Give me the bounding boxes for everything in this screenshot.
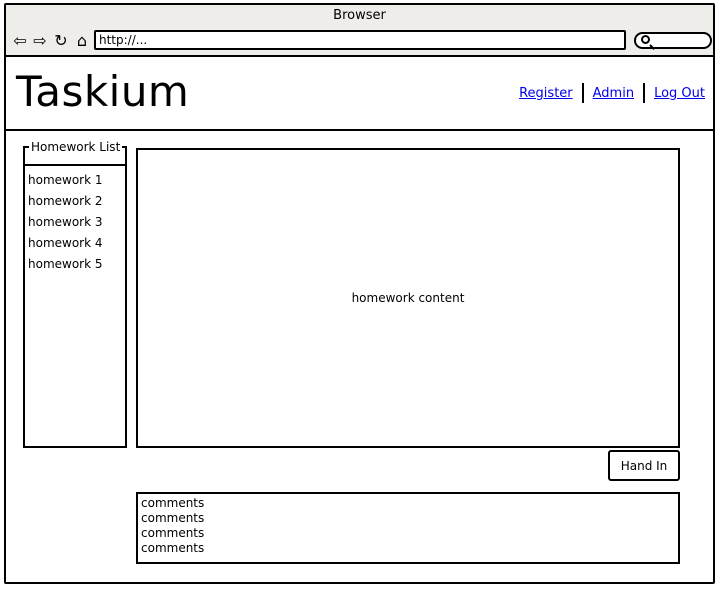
- homework-item[interactable]: homework 3: [28, 212, 103, 233]
- url-input[interactable]: http://...: [94, 30, 626, 50]
- comment-item: comments: [141, 526, 205, 540]
- homework-content-panel: homework content: [136, 148, 680, 448]
- homework-content-text: homework content: [351, 291, 465, 305]
- logout-link[interactable]: Log Out: [654, 86, 705, 101]
- top-links: Register Admin Log Out: [519, 83, 705, 103]
- site-logo: Taskium: [16, 67, 190, 116]
- back-icon[interactable]: ⇦: [10, 31, 30, 51]
- window-title: Browser: [6, 5, 713, 27]
- site-header: Taskium Register Admin Log Out: [6, 57, 713, 131]
- homework-list-title: Homework List: [29, 140, 123, 154]
- link-separator: [581, 83, 584, 103]
- admin-link[interactable]: Admin: [593, 86, 634, 101]
- comment-item: comments: [141, 496, 205, 510]
- forward-icon[interactable]: ⇨: [30, 31, 50, 51]
- comments-panel: comments comments comments comments: [136, 492, 680, 564]
- homework-item[interactable]: homework 1: [28, 170, 103, 191]
- browser-toolbar: ⇦ ⇨ ↻ ⌂ http://...: [6, 27, 713, 57]
- homework-list: Homework List homework 1 homework 2 home…: [23, 140, 127, 448]
- homework-item[interactable]: homework 5: [28, 254, 103, 275]
- comment-item: comments: [141, 511, 205, 525]
- homework-items: homework 1 homework 2 homework 3 homewor…: [28, 170, 103, 275]
- homework-item[interactable]: homework 4: [28, 233, 103, 254]
- link-separator: [643, 83, 646, 103]
- homework-item[interactable]: homework 2: [28, 191, 103, 212]
- search-icon: [641, 35, 650, 44]
- home-icon[interactable]: ⌂: [72, 31, 92, 51]
- comment-item: comments: [141, 541, 205, 555]
- search-input[interactable]: [634, 32, 712, 49]
- hand-in-button[interactable]: Hand In: [608, 450, 680, 481]
- homework-list-divider: [25, 164, 125, 166]
- register-link[interactable]: Register: [519, 86, 573, 101]
- reload-icon[interactable]: ↻: [51, 31, 71, 51]
